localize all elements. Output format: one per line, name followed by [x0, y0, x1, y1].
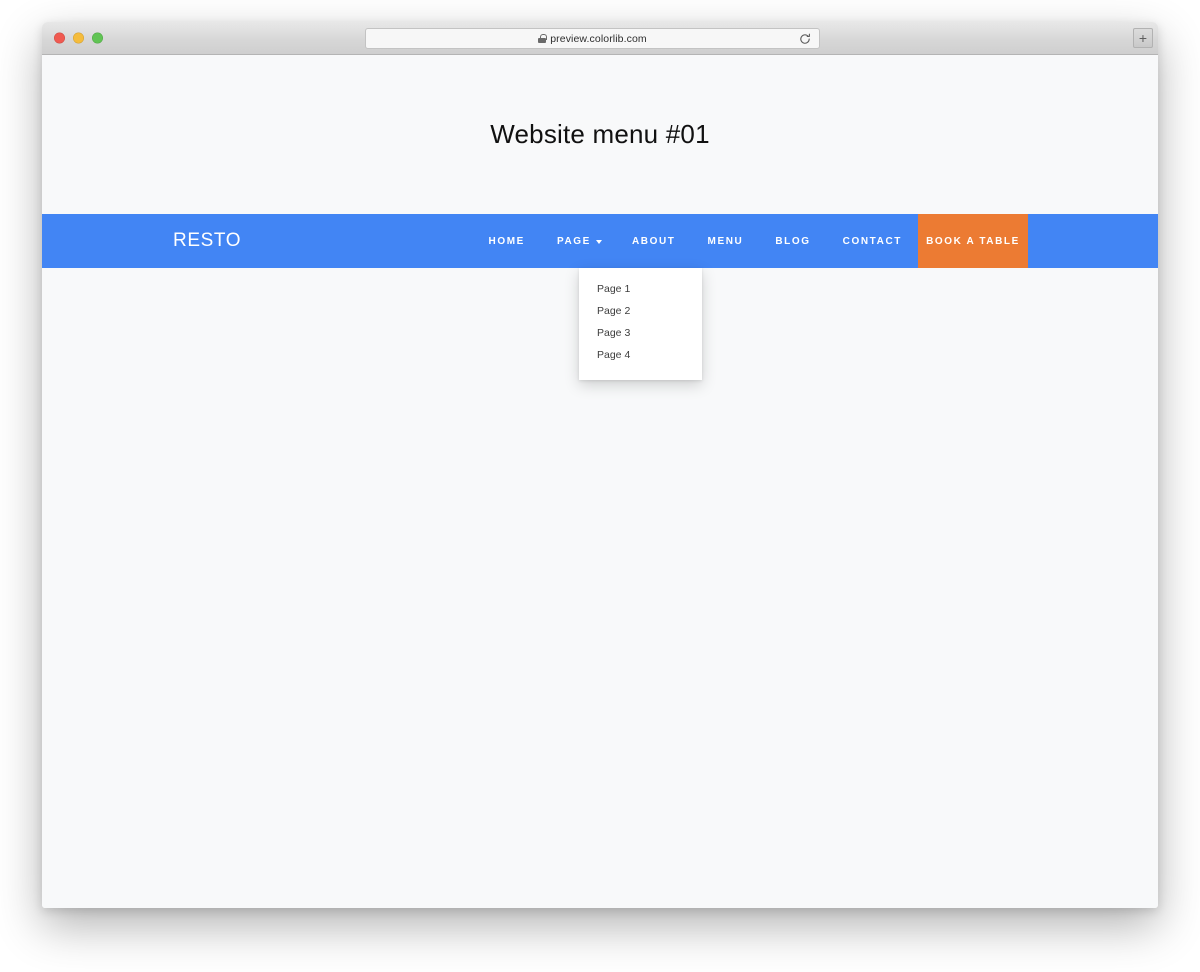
dropdown-item-page-3[interactable]: Page 3	[579, 322, 702, 344]
dropdown-item-page-4[interactable]: Page 4	[579, 344, 702, 366]
chevron-down-icon	[595, 240, 602, 244]
nav-item-about[interactable]: ABOUT	[616, 214, 692, 268]
nav-item-home[interactable]: HOME	[473, 214, 541, 268]
dropdown-item-page-1[interactable]: Page 1	[579, 278, 702, 300]
nav-item-label: BLOG	[775, 235, 811, 247]
browser-toolbar: preview.colorlib.com +	[42, 22, 1158, 55]
browser-window: preview.colorlib.com + Website menu #01 …	[42, 22, 1158, 908]
nav-item-blog[interactable]: BLOG	[759, 214, 826, 268]
reload-icon[interactable]	[799, 33, 811, 45]
page-viewport: Website menu #01 RESTO HOME PAGE ABOUT M…	[42, 55, 1158, 908]
window-controls	[54, 32, 103, 44]
address-bar[interactable]: preview.colorlib.com	[365, 28, 820, 49]
page-dropdown-menu: Page 1 Page 2 Page 3 Page 4	[579, 268, 702, 380]
nav-item-label: HOME	[488, 235, 525, 247]
new-tab-button[interactable]: +	[1133, 28, 1153, 48]
book-a-table-button[interactable]: BOOK A TABLE	[918, 214, 1028, 268]
maximize-window-button[interactable]	[92, 32, 103, 44]
close-window-button[interactable]	[54, 32, 65, 44]
nav-item-menu[interactable]: MENU	[692, 214, 760, 268]
minimize-window-button[interactable]	[73, 32, 84, 44]
nav-item-label: PAGE	[556, 235, 591, 247]
nav-links: HOME PAGE ABOUT MENU BLOG CONTACT	[473, 214, 918, 268]
brand-logo[interactable]: RESTO	[42, 214, 241, 268]
nav-item-page[interactable]: PAGE	[541, 214, 616, 268]
navbar-tail	[1028, 214, 1158, 268]
lock-icon	[538, 33, 547, 44]
screenshot-root: preview.colorlib.com + Website menu #01 …	[0, 0, 1200, 972]
nav-item-label: ABOUT	[631, 235, 676, 247]
url-text: preview.colorlib.com	[550, 32, 647, 45]
main-navbar: RESTO HOME PAGE ABOUT MENU BLOG CONTACT …	[42, 214, 1158, 380]
page-title: Website menu #01	[490, 119, 710, 149]
nav-item-label: CONTACT	[842, 235, 902, 247]
hero-section: Website menu #01	[42, 55, 1158, 214]
dropdown-item-page-2[interactable]: Page 2	[579, 300, 702, 322]
nav-item-contact[interactable]: CONTACT	[827, 214, 918, 268]
address-bar-content: preview.colorlib.com	[538, 33, 647, 45]
nav-item-label: MENU	[707, 235, 744, 247]
